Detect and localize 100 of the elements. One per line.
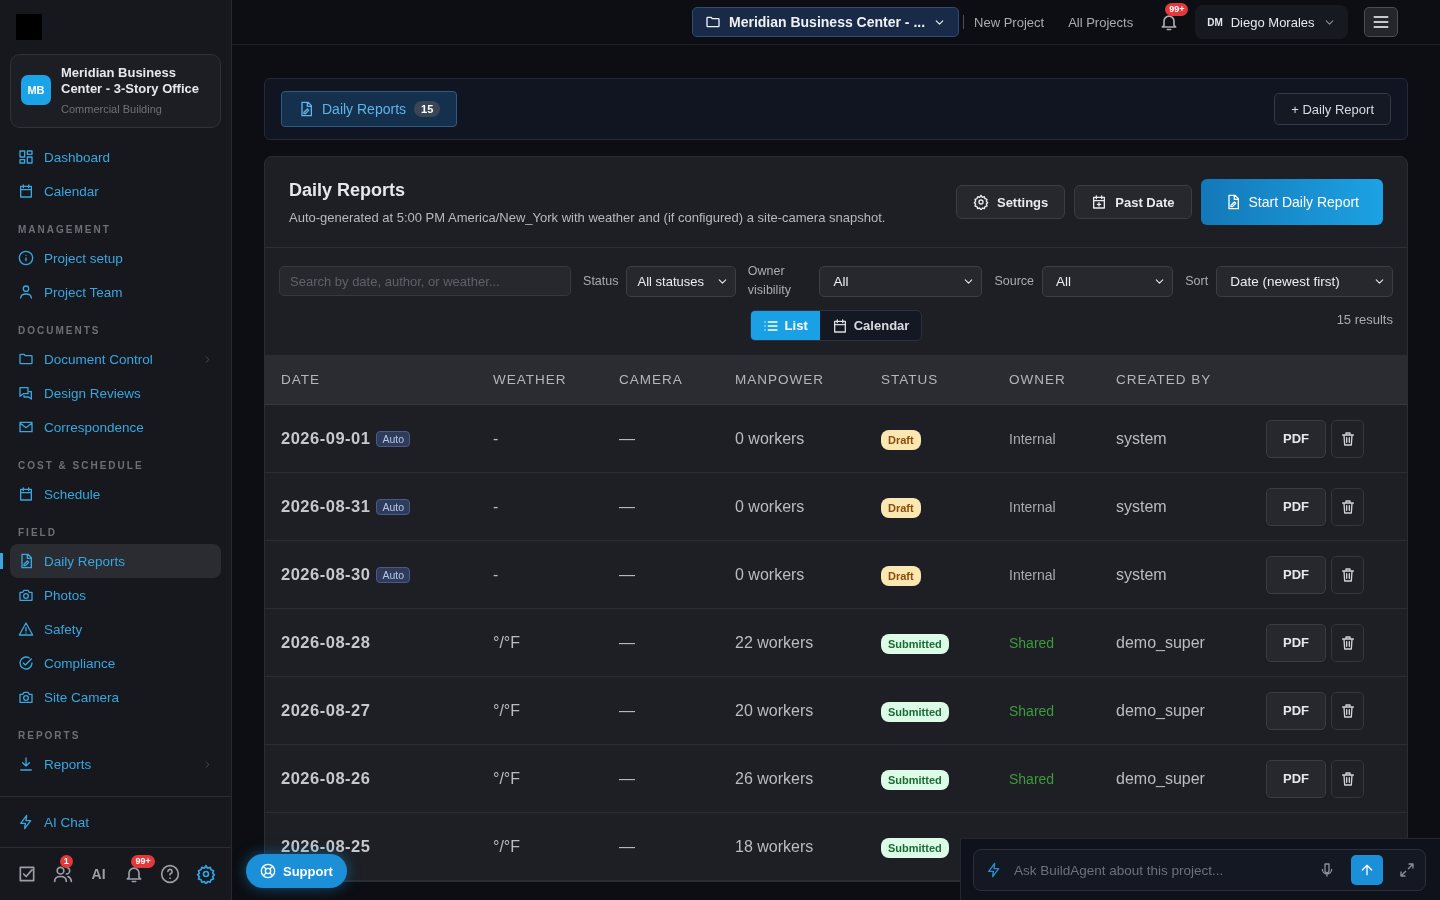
- delete-button[interactable]: [1331, 555, 1364, 594]
- action-button[interactable]: Settings: [955, 185, 1066, 219]
- table-cell-text: —: [619, 837, 636, 856]
- user-initials: DM: [1207, 16, 1223, 28]
- chat-icon: [18, 385, 34, 401]
- table-cell-text: 26 workers: [735, 769, 815, 788]
- column-header: CREATED BY: [1116, 372, 1213, 387]
- nav-item[interactable]: Compliance: [10, 646, 221, 680]
- settings-icon: [972, 194, 989, 210]
- table-cell-text: Shared: [1009, 634, 1056, 651]
- table-cell-text: Internal: [1009, 430, 1057, 447]
- table-cell-text: demo_super: [1116, 633, 1206, 652]
- support-button[interactable]: Support: [246, 854, 347, 888]
- tab[interactable]: Daily Reports 15: [281, 91, 458, 127]
- send-button[interactable]: [1351, 855, 1383, 885]
- nav-link[interactable]: All Projects: [1068, 14, 1134, 30]
- table-cell-text: system: [1116, 497, 1168, 516]
- delete-button[interactable]: [1331, 759, 1364, 798]
- search-field[interactable]: Search by date, author, or weather...: [279, 266, 572, 296]
- folder-icon: [18, 351, 34, 367]
- date-cell: 2026-08-27: [281, 701, 371, 720]
- table-cell-text: —: [619, 497, 636, 516]
- nav-item[interactable]: Correspondence: [10, 410, 221, 444]
- table-cell-text: system: [1116, 429, 1168, 448]
- nav-item[interactable]: Photos: [10, 578, 221, 612]
- nav-item[interactable]: Schedule: [10, 477, 221, 511]
- document-icon: [298, 101, 314, 117]
- delete-button[interactable]: [1331, 623, 1364, 662]
- pdf-button[interactable]: PDF: [1266, 419, 1326, 458]
- user-menu[interactable]: DM Diego Morales: [1195, 5, 1348, 39]
- delete-button[interactable]: [1331, 487, 1364, 526]
- checkbox-icon: [17, 864, 37, 884]
- section-heading: COST & SCHEDULE: [17, 459, 145, 473]
- nav-item[interactable]: Reports: [10, 747, 221, 781]
- count-badge: 15: [414, 101, 441, 117]
- table-cell-text: -: [493, 497, 500, 516]
- nav-item[interactable]: Site Camera: [10, 680, 221, 714]
- status-tag: Submitted: [881, 837, 949, 858]
- delete-button[interactable]: [1331, 691, 1364, 730]
- table-cell-text: Internal: [1009, 498, 1057, 515]
- column-header: CAMERA: [619, 372, 684, 387]
- filter-select[interactable]: All: [1042, 265, 1174, 297]
- calendar-icon: [831, 317, 848, 334]
- user-name: Diego Morales: [1230, 14, 1315, 30]
- nav-item[interactable]: Safety: [10, 612, 221, 646]
- filter-select[interactable]: Date (newest first): [1216, 265, 1393, 297]
- filter-select[interactable]: All statuses: [626, 265, 736, 297]
- nav-item[interactable]: Calendar: [10, 174, 221, 208]
- trash-icon: [1339, 770, 1356, 787]
- table-cell-text: Internal: [1009, 566, 1057, 583]
- table-cell-text: -: [493, 565, 500, 584]
- tool-button[interactable]: [195, 863, 217, 885]
- trash-icon: [1339, 566, 1356, 583]
- pdf-button[interactable]: PDF: [1266, 691, 1326, 730]
- tool-button[interactable]: [159, 863, 182, 885]
- status-tag: Draft: [881, 429, 921, 450]
- table-cell-text: 0 workers: [735, 429, 806, 448]
- filter-select[interactable]: All: [819, 265, 983, 297]
- count-badge: 99+: [1165, 3, 1189, 16]
- chat-input[interactable]: Ask BuildAgent about this project...: [1012, 861, 1309, 879]
- nav-item[interactable]: Design Reviews: [10, 376, 221, 410]
- auto-tag: Auto: [376, 498, 410, 515]
- column-header: OWNER: [1009, 372, 1067, 387]
- logo: [16, 14, 42, 40]
- pdf-button[interactable]: PDF: [1266, 759, 1326, 798]
- nav-link[interactable]: New Project: [974, 14, 1045, 30]
- pdf-button[interactable]: PDF: [1266, 487, 1326, 526]
- folder-icon: [705, 14, 721, 30]
- settings-icon: [196, 864, 216, 884]
- nav-item[interactable]: Document Control: [10, 342, 221, 376]
- table-cell-text: system: [1116, 565, 1168, 584]
- menu-button[interactable]: [1363, 7, 1398, 37]
- mail-icon: [18, 419, 34, 435]
- project-card[interactable]: MB Meridian Business Center - 3-Story Office Commercial Building: [10, 54, 221, 128]
- column-header: STATUS: [881, 372, 940, 387]
- filter-label: Source: [994, 274, 1034, 288]
- pdf-button[interactable]: PDF: [1266, 623, 1326, 662]
- section-heading: DOCUMENTS: [17, 324, 102, 338]
- calendar-icon: [1091, 194, 1108, 210]
- status-tag: Submitted: [881, 701, 949, 722]
- nav-item[interactable]: Dashboard: [10, 140, 221, 174]
- count-badge: 99+: [131, 855, 155, 868]
- action-button[interactable]: Past Date: [1074, 185, 1192, 219]
- table-cell-text: demo_super: [1116, 701, 1206, 720]
- document-icon: [18, 553, 34, 569]
- table-cell-text: -: [493, 429, 500, 448]
- view-toggle[interactable]: Calendar: [819, 311, 922, 340]
- project-selector[interactable]: Meridian Business Center - ...: [692, 7, 960, 37]
- ai-chat-link[interactable]: AI Chat: [0, 796, 231, 848]
- pdf-button[interactable]: PDF: [1266, 555, 1326, 594]
- start-report-button[interactable]: Start Daily Report: [1200, 179, 1383, 225]
- table-cell-text: —: [619, 701, 636, 720]
- table-cell-text: 20 workers: [735, 701, 815, 720]
- delete-button[interactable]: [1331, 419, 1364, 458]
- nav-item[interactable]: Project setup: [10, 241, 221, 275]
- nav-item[interactable]: Project Team: [10, 275, 221, 309]
- table-cell-text: 18 workers: [735, 837, 815, 856]
- chat-input-bar[interactable]: Ask BuildAgent about this project...: [973, 849, 1426, 891]
- add-report-button[interactable]: + Daily Report: [1274, 93, 1391, 125]
- tool-button[interactable]: AI: [87, 863, 110, 885]
